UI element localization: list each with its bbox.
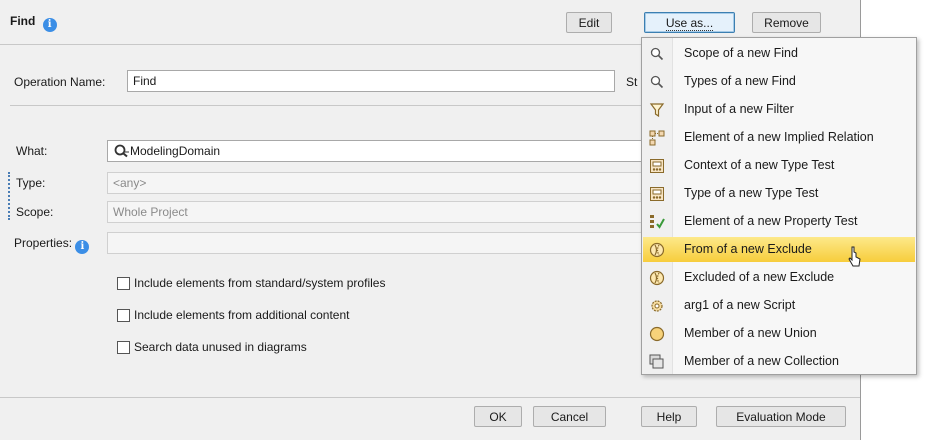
search-unused-data-checkbox[interactable] <box>117 341 130 354</box>
menu-item-scope-of-new-find[interactable]: Scope of a new Find <box>643 41 915 66</box>
collection-icon <box>649 354 665 370</box>
menu-item-implied-relation[interactable]: Element of a new Implied Relation <box>643 125 915 150</box>
type-test-icon <box>649 158 665 174</box>
menu-item-label: Member of a new Collection <box>684 354 839 368</box>
menu-item-label: Excluded of a new Exclude <box>684 270 835 284</box>
required-marker <box>8 172 10 220</box>
footer-divider <box>0 397 860 398</box>
union-icon <box>649 326 665 342</box>
find-magnifier-icon <box>114 144 130 164</box>
include-profiles-label: Include elements from standard/system pr… <box>134 276 386 290</box>
help-button[interactable]: Help <box>641 406 697 427</box>
menu-item-member-of-new-collection[interactable]: Member of a new Collection <box>643 349 915 374</box>
menu-item-label: Scope of a new Find <box>684 46 798 60</box>
exclude-icon <box>649 242 665 258</box>
type-field[interactable]: <any> <box>107 172 647 194</box>
what-field[interactable]: ModelingDomain <box>107 140 647 162</box>
what-label: What: <box>16 144 48 158</box>
properties-label-text: Properties: <box>14 236 73 250</box>
operation-name-input[interactable]: Find <box>127 70 615 92</box>
include-profiles-checkbox[interactable] <box>117 277 130 290</box>
what-value: ModelingDomain <box>130 144 221 158</box>
menu-item-types-of-new-find[interactable]: Types of a new Find <box>643 69 915 94</box>
menu-item-context-of-type-test[interactable]: Context of a new Type Test <box>643 153 915 178</box>
include-additional-content-checkbox[interactable] <box>117 309 130 322</box>
use-as-button-label: Use as... <box>665 16 714 31</box>
menu-item-arg1-of-new-script[interactable]: arg1 of a new Script <box>643 293 915 318</box>
properties-label: Properties: i <box>14 236 90 254</box>
menu-item-label: Types of a new Find <box>684 74 796 88</box>
info-icon[interactable]: i <box>42 18 57 32</box>
menu-item-label: Type of a new Type Test <box>684 186 819 200</box>
type-label: Type: <box>16 176 46 190</box>
menu-item-property-test[interactable]: Element of a new Property Test <box>643 209 915 234</box>
menu-item-label: Member of a new Union <box>684 326 817 340</box>
use-as-button[interactable]: Use as... <box>644 12 735 33</box>
menu-item-excluded-of-new-exclude[interactable]: Excluded of a new Exclude <box>643 265 915 290</box>
implied-relation-icon <box>649 130 665 146</box>
use-as-dropdown-menu: Scope of a new Find Types of a new Find … <box>641 37 917 375</box>
evaluation-mode-button[interactable]: Evaluation Mode <box>716 406 846 427</box>
magnifier-icon <box>649 46 665 62</box>
dialog-title: Find i <box>10 14 57 32</box>
type-test-icon <box>649 186 665 202</box>
filter-icon <box>649 102 665 118</box>
cancel-button[interactable]: Cancel <box>533 406 606 427</box>
scope-label: Scope: <box>16 205 54 219</box>
properties-info-icon[interactable]: i <box>75 240 90 254</box>
menu-item-member-of-new-union[interactable]: Member of a new Union <box>643 321 915 346</box>
edit-button[interactable]: Edit <box>566 12 612 33</box>
exclude-icon <box>649 270 665 286</box>
partial-label: St <box>626 75 638 89</box>
menu-item-input-of-new-filter[interactable]: Input of a new Filter <box>643 97 915 122</box>
search-unused-data-label: Search data unused in diagrams <box>134 340 307 354</box>
magnifier-icon <box>649 74 665 90</box>
menu-item-label: Context of a new Type Test <box>684 158 835 172</box>
menu-item-label: Element of a new Property Test <box>684 214 858 228</box>
operation-name-label: Operation Name: <box>14 75 106 89</box>
mouse-pointer-icon <box>848 246 862 273</box>
script-gear-icon <box>649 298 665 314</box>
menu-item-label: From of a new Exclude <box>684 242 812 256</box>
properties-field[interactable] <box>107 232 647 254</box>
include-additional-content-label: Include elements from additional content <box>134 308 350 322</box>
scope-field[interactable]: Whole Project <box>107 201 647 223</box>
menu-item-label: Element of a new Implied Relation <box>684 130 874 144</box>
menu-item-label: Input of a new Filter <box>684 102 794 116</box>
ok-button[interactable]: OK <box>474 406 522 427</box>
menu-item-from-of-new-exclude[interactable]: From of a new Exclude <box>643 237 915 262</box>
remove-button[interactable]: Remove <box>752 12 821 33</box>
property-test-icon <box>649 214 665 230</box>
menu-item-type-of-type-test[interactable]: Type of a new Type Test <box>643 181 915 206</box>
dialog-title-text: Find <box>10 14 36 28</box>
menu-item-label: arg1 of a new Script <box>684 298 796 312</box>
